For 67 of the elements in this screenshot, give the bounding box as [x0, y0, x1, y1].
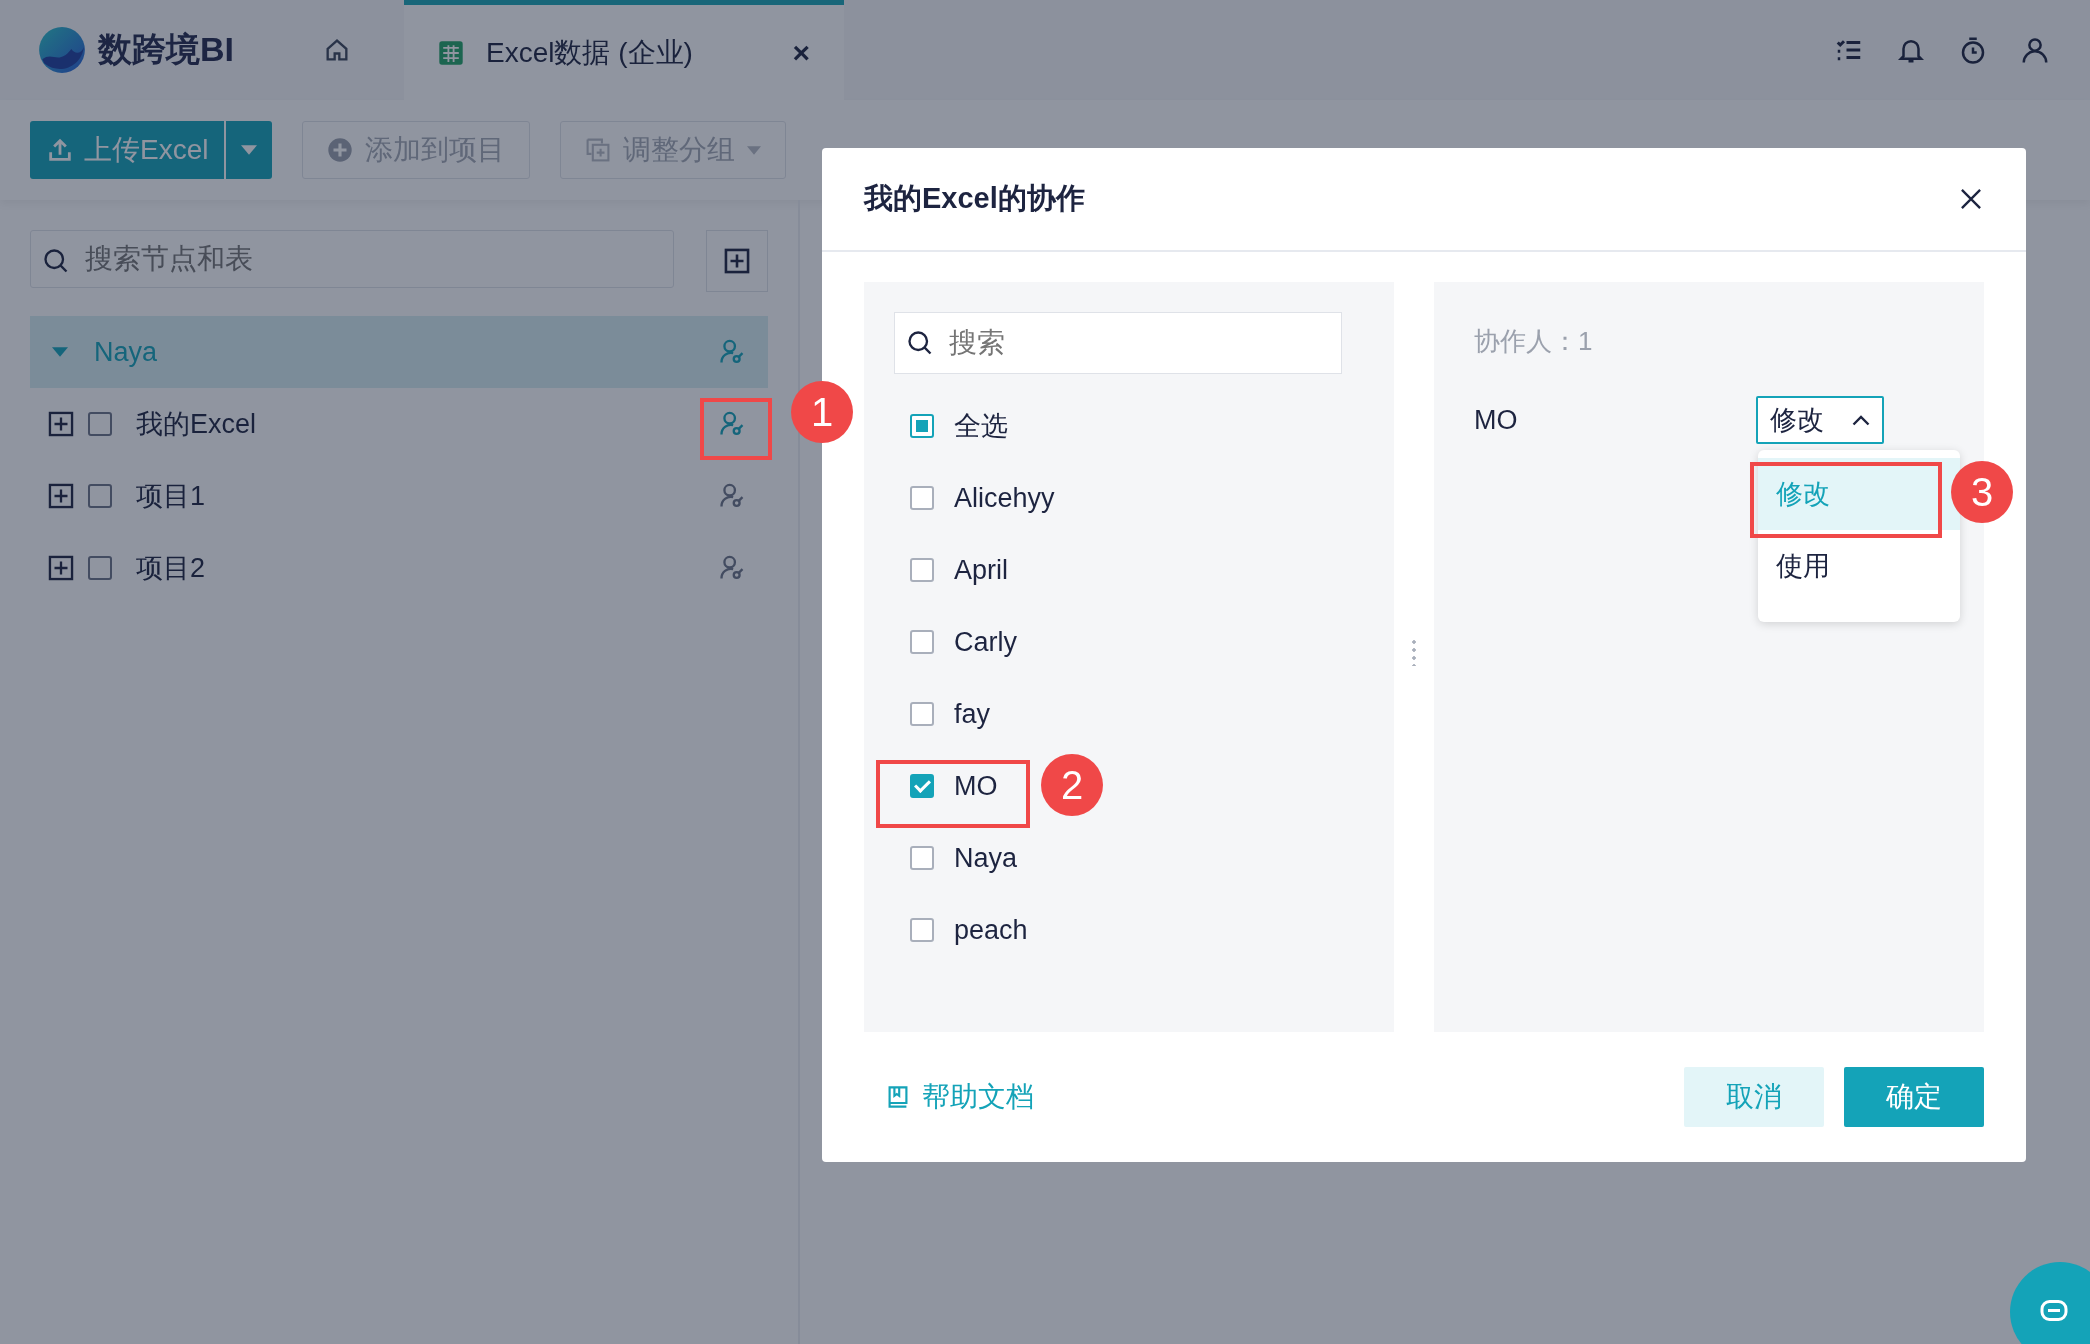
- user-label: April: [954, 554, 1008, 586]
- user-label: Carly: [954, 626, 1017, 658]
- cancel-button[interactable]: 取消: [1684, 1067, 1824, 1127]
- tree-row[interactable]: Naya: [30, 316, 768, 388]
- expand-caret-icon[interactable]: [52, 347, 68, 357]
- plus-square-icon: [724, 248, 750, 274]
- checkbox[interactable]: [88, 484, 112, 508]
- tree-label: 项目1: [136, 480, 207, 513]
- logo-icon: [36, 24, 88, 76]
- add-node-button[interactable]: [706, 230, 768, 292]
- step-badge: 1: [791, 381, 853, 443]
- tree-row[interactable]: 我的Excel: [30, 388, 768, 460]
- tree-label: Naya: [94, 336, 159, 368]
- tab-label: Excel数据 (企业): [486, 35, 694, 70]
- close-icon[interactable]: [1958, 186, 1984, 212]
- document-tab[interactable]: Excel数据 (企业) ×: [404, 0, 844, 100]
- collaborator-count: 协作人：1: [1474, 325, 1594, 358]
- user-label: peach: [954, 914, 1028, 946]
- menu-option[interactable]: 修改: [1758, 458, 1960, 530]
- user-label: fay: [954, 698, 991, 730]
- ok-button[interactable]: 确定: [1844, 1067, 1984, 1127]
- search-field[interactable]: 搜索: [894, 312, 1342, 374]
- select-all-label: 全选: [954, 410, 1008, 443]
- book-icon: [886, 1085, 910, 1109]
- user-label: Naya: [954, 842, 1018, 874]
- tree-label: 项目2: [136, 552, 207, 585]
- checkbox[interactable]: [910, 558, 934, 582]
- expand-icon[interactable]: [48, 555, 74, 581]
- search-field[interactable]: 搜索节点和表: [30, 230, 674, 288]
- user-key-icon[interactable]: [718, 410, 746, 438]
- checkbox[interactable]: [88, 556, 112, 580]
- checkbox[interactable]: [910, 630, 934, 654]
- checkbox[interactable]: [910, 486, 934, 510]
- caret-icon: [747, 145, 762, 155]
- dialog-title: 我的Excel的协作: [864, 181, 1085, 216]
- user-label: Alicehyy: [954, 482, 1055, 514]
- expand-icon[interactable]: [48, 483, 74, 509]
- tree-row[interactable]: 项目1: [30, 460, 768, 532]
- upload-icon: [46, 136, 74, 164]
- spreadsheet-icon: [438, 39, 464, 66]
- dropdown-button[interactable]: [226, 121, 273, 179]
- user-label: MO: [954, 770, 998, 802]
- user-key-icon[interactable]: [718, 338, 746, 366]
- user-icon[interactable]: [2020, 35, 2050, 65]
- chevron-icon: [1852, 414, 1870, 426]
- checkbox[interactable]: [910, 414, 934, 438]
- menu-option[interactable]: 使用: [1758, 530, 1960, 602]
- checkbox[interactable]: [910, 702, 934, 726]
- checkbox[interactable]: [910, 918, 934, 942]
- checkbox[interactable]: [910, 846, 934, 870]
- tree-row[interactable]: 项目2: [30, 532, 768, 604]
- checkbox[interactable]: [88, 412, 112, 436]
- user-key-icon[interactable]: [718, 482, 746, 510]
- upload-button[interactable]: 上传Excel: [30, 121, 225, 179]
- highlight-frame: [700, 398, 772, 460]
- tree-label: 我的Excel: [136, 408, 258, 441]
- collaborator-name: MO: [1474, 404, 1519, 436]
- help-link[interactable]: 帮助文档: [886, 1078, 1034, 1116]
- logo-text: 数跨境BI: [98, 29, 234, 70]
- close-icon[interactable]: ×: [792, 35, 810, 70]
- user-key-icon[interactable]: [718, 554, 746, 582]
- expand-icon[interactable]: [48, 411, 74, 437]
- copy-plus-icon: [585, 137, 612, 163]
- caret-icon: [241, 145, 258, 155]
- checkbox[interactable]: [910, 774, 934, 798]
- permission-select[interactable]: 修改: [1756, 396, 1884, 444]
- plus-circle-icon: [327, 137, 354, 163]
